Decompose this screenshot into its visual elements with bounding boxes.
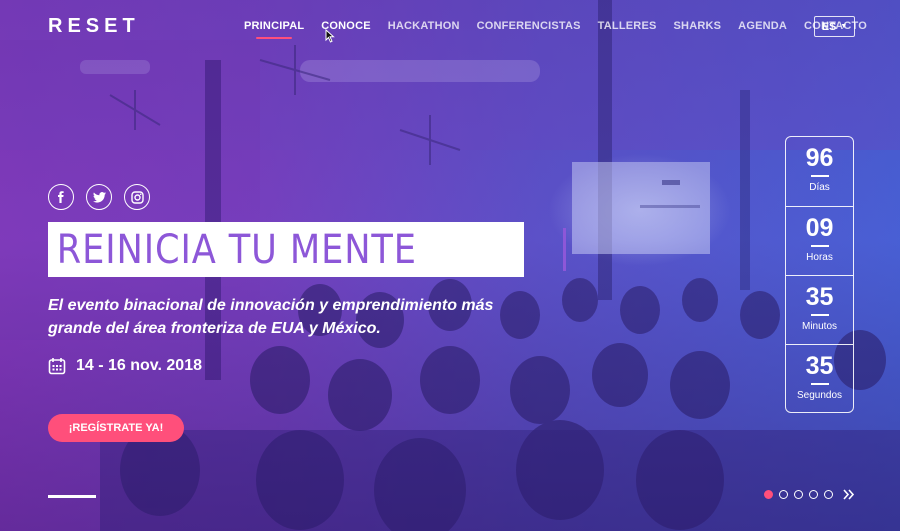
countdown-days: 96 Días <box>786 137 853 206</box>
slider-pagination <box>764 489 855 500</box>
event-date-text: 14 - 16 nov. 2018 <box>76 357 202 374</box>
hero-subtitle: El evento binacional de innovación y emp… <box>48 294 508 340</box>
hero-subtitle-line-1: El evento binacional de innovación y emp… <box>48 297 494 314</box>
main-menu: PRINCIPAL CONOCE HACKATHON CONFERENCISTA… <box>244 20 884 39</box>
countdown-timer: 96 Días 09 Horas 35 Minutos 35 Segundos <box>785 136 854 413</box>
countdown-divider <box>810 175 829 177</box>
hero-subtitle-line-2: grande del área fronteriza de EUA y Méxi… <box>48 320 381 337</box>
calendar-icon <box>48 358 66 375</box>
facebook-icon[interactable] <box>48 184 74 210</box>
slide-dot-3[interactable] <box>794 490 803 499</box>
nav-item-talleres[interactable]: TALLERES <box>598 20 657 32</box>
nav-item-principal[interactable]: PRINCIPAL <box>244 20 304 39</box>
instagram-icon[interactable] <box>124 184 150 210</box>
slide-dot-2[interactable] <box>779 490 788 499</box>
typing-caret <box>563 228 566 271</box>
countdown-hours-label: Horas <box>806 252 833 263</box>
countdown-days-value: 96 <box>805 144 834 172</box>
event-date: 14 - 16 nov. 2018 <box>48 357 202 375</box>
mouse-cursor-icon <box>325 29 335 43</box>
top-navbar: RESET PRINCIPAL CONOCE HACKATHON CONFERE… <box>0 0 900 54</box>
nav-item-sharks[interactable]: SHARKS <box>674 20 722 32</box>
nav-item-agenda[interactable]: AGENDA <box>738 20 787 32</box>
language-label: ES <box>821 20 837 33</box>
countdown-seconds: 35 Segundos <box>786 344 853 413</box>
countdown-divider <box>810 245 829 247</box>
language-selector[interactable]: ES ▼ <box>814 16 855 37</box>
countdown-minutes-label: Minutos <box>801 321 837 332</box>
chevron-down-icon: ▼ <box>840 23 848 30</box>
countdown-minutes: 35 Minutos <box>786 275 853 344</box>
countdown-seconds-label: Segundos <box>796 390 843 401</box>
countdown-hours: 09 Horas <box>786 206 853 275</box>
twitter-icon[interactable] <box>86 184 112 210</box>
nav-item-conferencistas[interactable]: CONFERENCISTAS <box>477 20 581 32</box>
countdown-divider <box>810 314 829 316</box>
countdown-divider <box>810 383 829 385</box>
register-button[interactable]: ¡REGÍSTRATE YA! <box>48 414 184 442</box>
reset-logo[interactable]: RESET <box>48 15 140 38</box>
hero-title: REINICIA TU MENTE <box>56 226 417 273</box>
decorative-bar <box>48 495 96 498</box>
nav-item-hackathon[interactable]: HACKATHON <box>388 20 460 32</box>
slide-dot-5[interactable] <box>824 490 833 499</box>
countdown-hours-value: 09 <box>805 214 834 242</box>
countdown-seconds-value: 35 <box>805 352 834 380</box>
chevron-double-right-icon[interactable] <box>843 489 855 500</box>
hero-section: RESET PRINCIPAL CONOCE HACKATHON CONFERE… <box>0 0 900 531</box>
slide-dot-4[interactable] <box>809 490 818 499</box>
countdown-days-label: Días <box>809 182 830 193</box>
slide-dot-1[interactable] <box>764 490 773 499</box>
social-links <box>48 184 150 210</box>
countdown-minutes-value: 35 <box>805 283 834 311</box>
hero-title-box: REINICIA TU MENTE <box>48 222 566 277</box>
